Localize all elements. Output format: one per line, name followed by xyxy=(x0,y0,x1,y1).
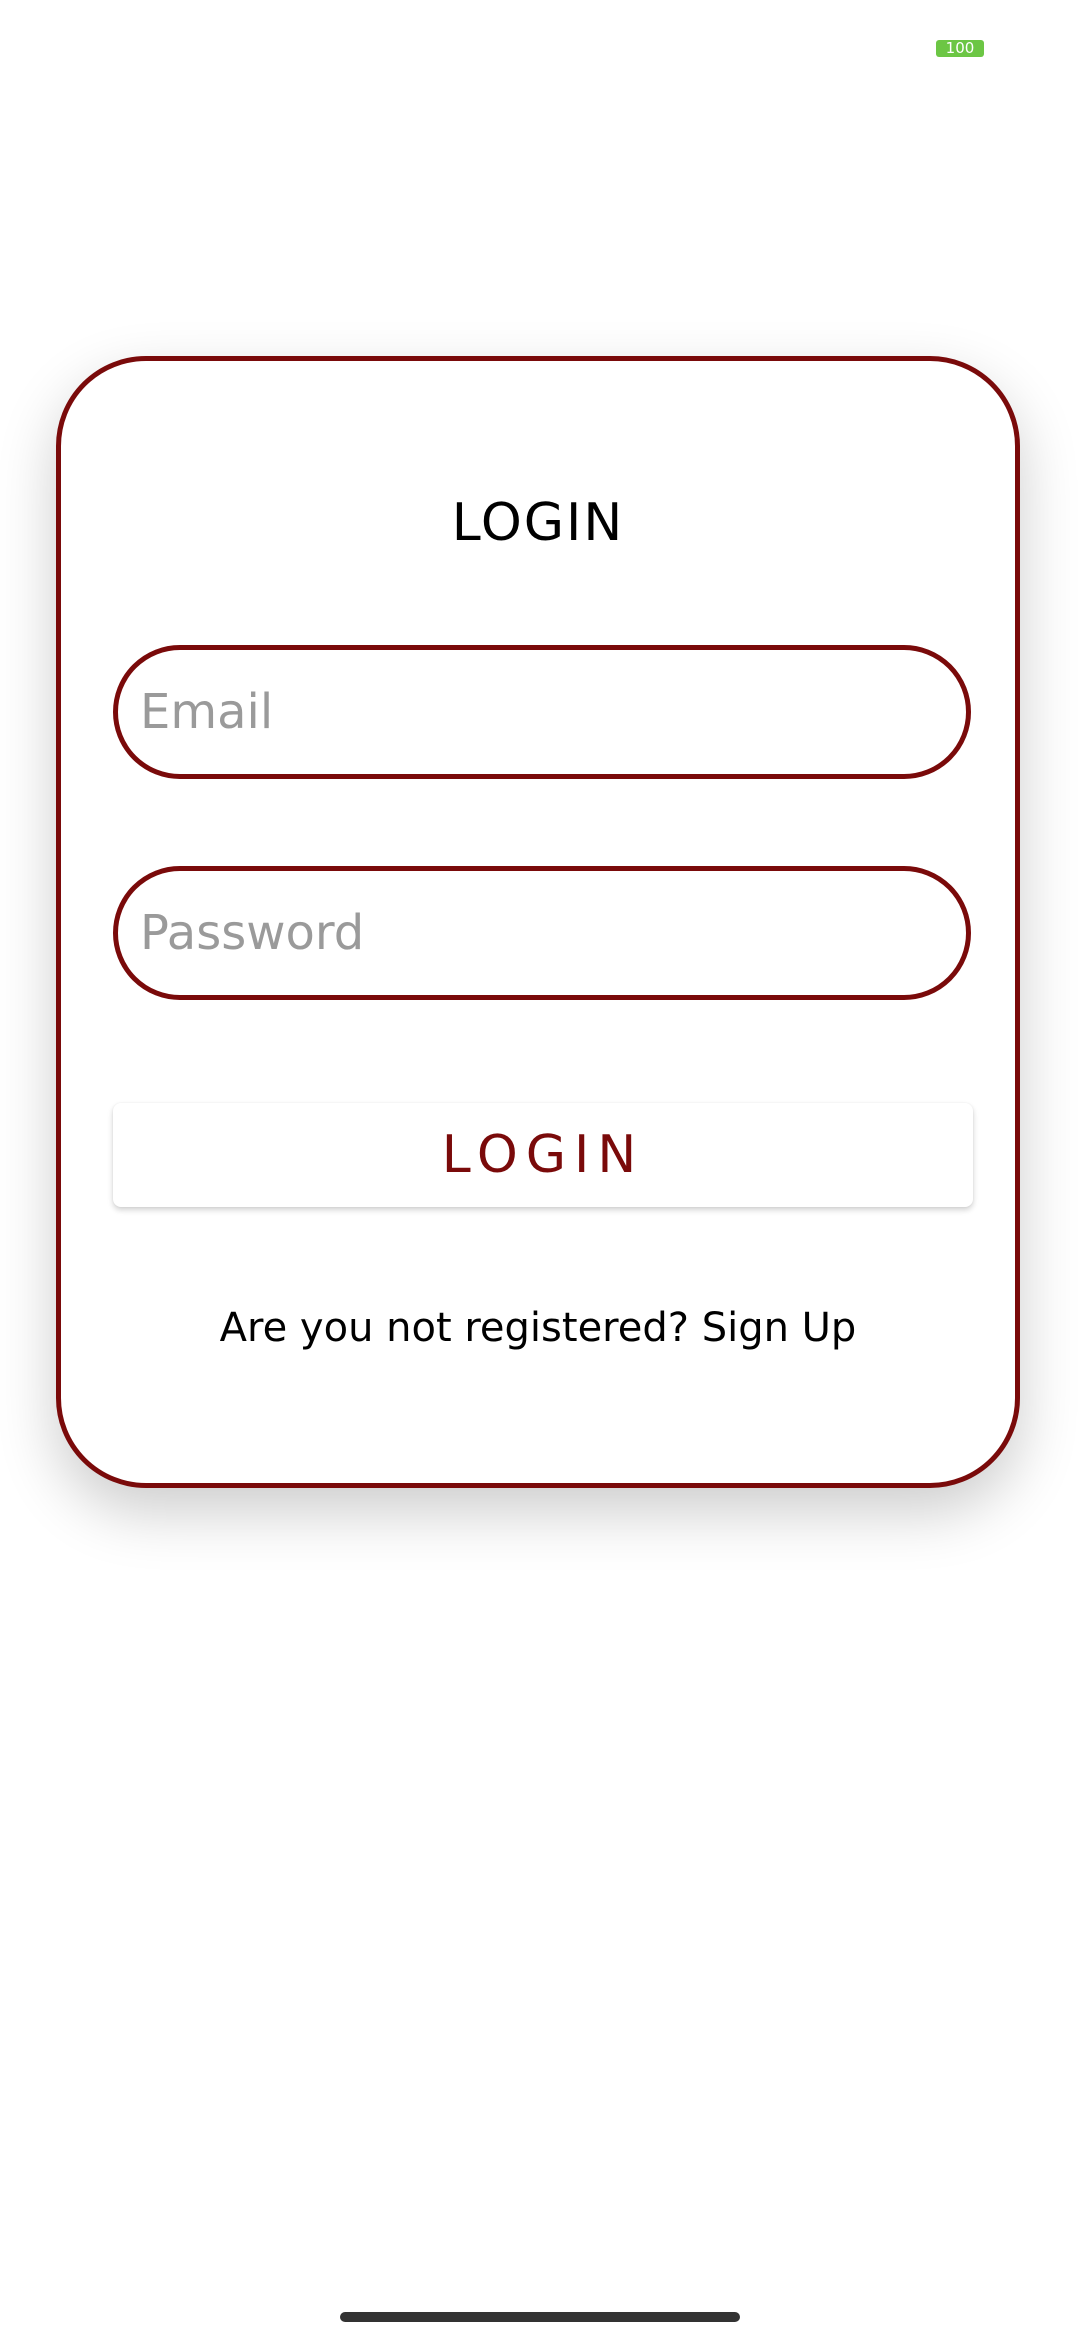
login-card: LOGIN LOGIN Are you not registered? Sign… xyxy=(56,356,1020,1488)
home-indicator[interactable] xyxy=(340,2312,740,2322)
login-button[interactable]: LOGIN xyxy=(113,1103,973,1207)
battery-indicator: 100 xyxy=(936,40,984,57)
login-title: LOGIN xyxy=(451,493,625,553)
email-field[interactable] xyxy=(113,645,971,779)
password-field[interactable] xyxy=(113,866,971,1000)
email-input[interactable] xyxy=(140,650,940,774)
signup-prompt: Are you not registered? Sign Up xyxy=(61,1303,1015,1353)
status-bar: 100 xyxy=(0,0,1080,100)
signup-link[interactable]: Sign Up xyxy=(702,1305,857,1351)
password-input[interactable] xyxy=(140,871,940,995)
signup-prompt-text: Are you not registered? xyxy=(219,1305,702,1351)
